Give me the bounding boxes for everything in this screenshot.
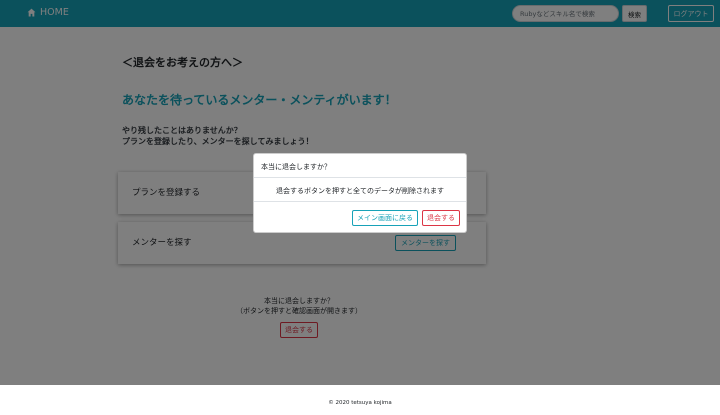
footer-copyright: © 2020 tetsuya kojima <box>328 400 392 406</box>
modal-footer: メイン画面に戻る 退会する <box>254 202 466 233</box>
modal-body: 退会するボタンを押すと全てのデータが削除されます <box>254 178 466 202</box>
confirm-withdraw-button[interactable]: 退会する <box>422 210 460 226</box>
back-to-main-button[interactable]: メイン画面に戻る <box>352 210 418 226</box>
withdraw-confirm-modal: 本当に退会しますか？ 退会するボタンを押すと全てのデータが削除されます メイン画… <box>253 153 467 233</box>
modal-header: 本当に退会しますか？ <box>254 154 466 178</box>
modal-title: 本当に退会しますか？ <box>261 163 331 171</box>
modal-message: 退会するボタンを押すと全てのデータが削除されます <box>276 187 444 195</box>
